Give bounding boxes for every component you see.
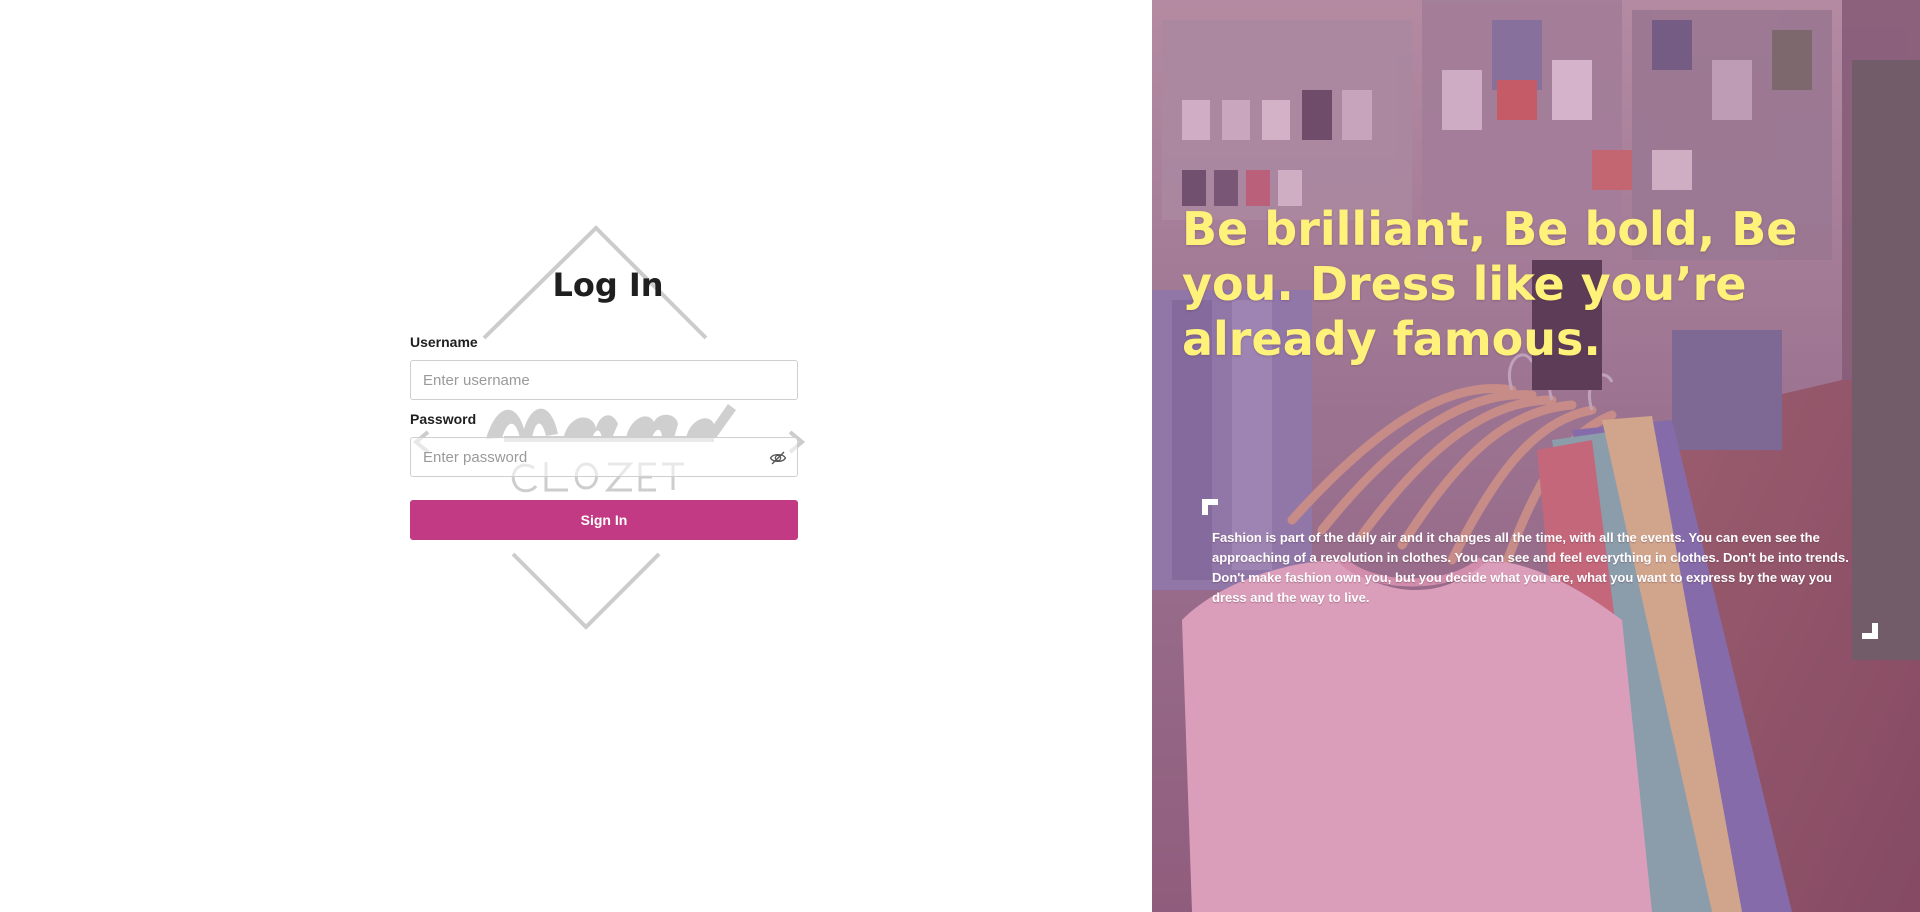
corner-bracket-open-icon	[1202, 499, 1218, 515]
quote-text: Fashion is part of the daily air and it …	[1212, 530, 1849, 605]
page-title: Log In	[552, 266, 664, 304]
login-panel: Log In Username Password Sign In	[0, 0, 1152, 912]
username-field-wrapper	[410, 360, 798, 400]
sign-in-button[interactable]: Sign In	[410, 500, 798, 540]
quote-block: Fashion is part of the daily air and it …	[1202, 499, 1878, 639]
password-input[interactable]	[411, 438, 797, 476]
eye-slash-icon[interactable]	[769, 449, 787, 467]
login-page: Log In Username Password Sign In	[0, 0, 1920, 912]
password-field-wrapper	[410, 437, 798, 477]
corner-bracket-close-icon	[1862, 623, 1878, 639]
hero-panel: Be brilliant, Be bold, Be you. Dress lik…	[1152, 0, 1920, 912]
pink-overlay	[1152, 0, 1920, 912]
username-input[interactable]	[411, 361, 797, 399]
hero-headline: Be brilliant, Be bold, Be you. Dress lik…	[1182, 202, 1798, 366]
username-label: Username	[410, 334, 478, 350]
password-label: Password	[410, 411, 477, 427]
